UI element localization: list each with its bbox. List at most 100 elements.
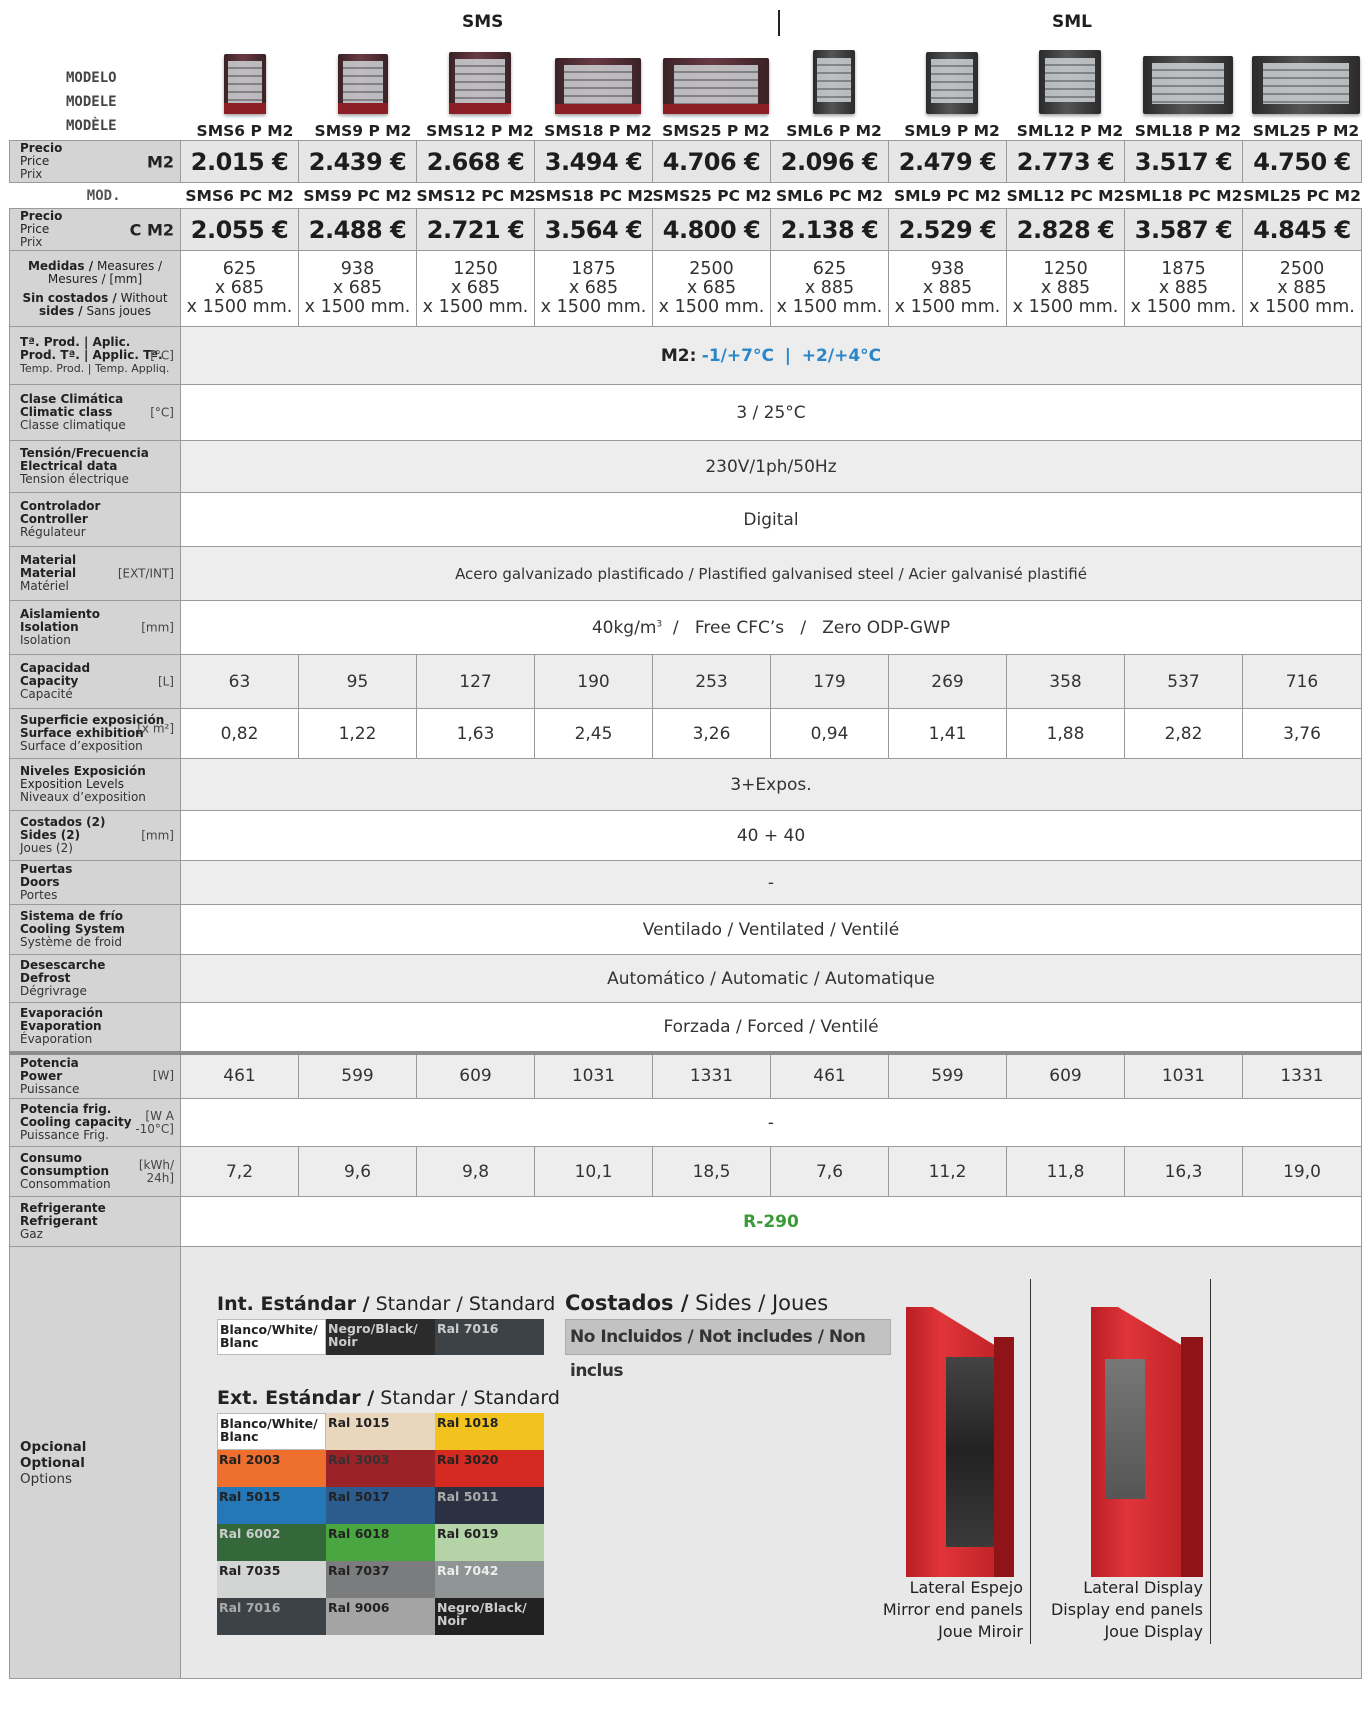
voltage-value: 230V/1ph/50Hz	[180, 440, 1362, 493]
color-swatch: Ral 1015	[326, 1413, 435, 1450]
row-options: Opcional Optional Options Int. Estándar / …	[9, 1246, 1362, 1679]
capacity-cell: 63	[180, 654, 299, 709]
color-swatch: Ral 2003	[217, 1450, 326, 1487]
measure-cell: 1875 x 685 x 1500 mm.	[534, 250, 653, 327]
price-cell: 4.800 €	[652, 208, 771, 251]
capacity-cell: 537	[1124, 654, 1243, 709]
surface-cell: 0,82	[180, 708, 299, 759]
surface-cell: 2,82	[1124, 708, 1243, 759]
price-cell: 2.055 €	[180, 208, 299, 251]
model-name: SML6 P M2	[786, 122, 882, 140]
product-sml12: SML12 P M2	[1011, 36, 1129, 140]
int-standard-title: Int. Estándar / Standar / Standard	[217, 1293, 556, 1315]
model-name: SMS25 P M2	[662, 122, 770, 140]
surface-cell: 1,63	[416, 708, 535, 759]
price-cell: 2.096 €	[770, 140, 889, 183]
row-material: Material Material Matériel [EXT/INT] Acero …	[9, 546, 1362, 601]
product-image	[813, 50, 855, 114]
color-swatch: Blanco/White/ Blanc	[217, 1413, 326, 1450]
label-voltage: Tensión/Frecuencia Electrical data Tension…	[9, 440, 181, 493]
row-price-cm2: Precio Price Prix C M2 2.055 € 2.488 € 2.72…	[9, 208, 1362, 251]
price-cell: 2.479 €	[888, 140, 1007, 183]
label-material: Material Material Matériel [EXT/INT]	[9, 546, 181, 601]
surface-cell: 1,88	[1006, 708, 1125, 759]
consumption-cell: 11,2	[888, 1146, 1007, 1197]
display-window	[1105, 1359, 1145, 1499]
label-cooling: Sistema de frío Cooling System Système de …	[9, 904, 181, 955]
measure-cell: 625 x 685 x 1500 mm.	[180, 250, 299, 327]
product-image	[1143, 56, 1233, 114]
label-levels: Niveles Exposición Exposition Levels Nivea…	[9, 758, 181, 811]
row-doors: Puertas Doors Portes -	[9, 860, 1362, 905]
power-cell: 1331	[1242, 1050, 1362, 1099]
surface-cell: 1,41	[888, 708, 1007, 759]
capacity-cell: 358	[1006, 654, 1125, 709]
row-climate: Clase Climática Climatic class Classe clim…	[9, 384, 1362, 441]
product-image	[1039, 50, 1101, 114]
display-divider	[1210, 1279, 1211, 1644]
price-cell: 2.828 €	[1006, 208, 1125, 251]
measure-cell: 1250 x 685 x 1500 mm.	[416, 250, 535, 327]
consumption-cell: 11,8	[1006, 1146, 1125, 1197]
color-swatch: Ral 5015	[217, 1487, 326, 1524]
label-refrigerant: Refrigerante Refrigerant Gaz	[9, 1196, 181, 1247]
price-cell: 3.587 €	[1124, 208, 1243, 251]
row-models-pc: MOD. SMS6 PC M2 SMS9 PC M2 SMS12 PC M2 S…	[9, 182, 1362, 209]
model-name: SML12 P M2	[1016, 122, 1124, 140]
capacity-cell: 190	[534, 654, 653, 709]
measure-cell: 625 x 885 x 1500 mm.	[770, 250, 889, 327]
price-cell: 2.529 €	[888, 208, 1007, 251]
product-image	[338, 54, 388, 114]
color-swatch: Ral 7042	[435, 1561, 544, 1598]
label-doors: Puertas Doors Portes	[9, 860, 181, 905]
group-divider	[778, 10, 780, 36]
mirror-end-panel: Lateral Espejo Mirror end panels Joue Miro…	[883, 1279, 1031, 1659]
climate-value: 3 / 25°C	[180, 384, 1362, 441]
model-pc-name: SMS9 PC M2	[298, 182, 417, 209]
header-area: SMS SML MODELO MODELE MODÈLE SMS6 P M2 S…	[0, 0, 1368, 140]
color-swatch: Ral 9006	[326, 1598, 435, 1635]
model-pc-name: SML25 PC M2	[1242, 182, 1362, 209]
color-swatch: Ral 3020	[435, 1450, 544, 1487]
model-pc-name: SML18 PC M2	[1124, 182, 1243, 209]
price-cell: 2.668 €	[416, 140, 535, 183]
power-cell: 461	[180, 1050, 299, 1099]
price-cell: 2.721 €	[416, 208, 535, 251]
mod-label: MOD.	[9, 182, 181, 209]
model-name: SMS18 P M2	[544, 122, 652, 140]
color-swatch: Ral 1018	[435, 1413, 544, 1450]
capacity-cell: 269	[888, 654, 1007, 709]
controller-value: Digital	[180, 492, 1362, 547]
row-cooling: Sistema de frío Cooling System Système de …	[9, 904, 1362, 955]
cooling-value: Ventilado / Ventilated / Ventilé	[180, 904, 1362, 955]
product-image	[555, 58, 641, 114]
product-sml25: SML25 P M2	[1247, 36, 1365, 140]
measure-cell: 938 x 885 x 1500 mm.	[888, 250, 1007, 327]
row-sides: Costados (2) Sides (2) Joues (2) [mm] 40 + …	[9, 810, 1362, 861]
model-name: SMS9 P M2	[314, 122, 412, 140]
product-sms12: SMS12 P M2	[421, 36, 539, 140]
display-end-panel: Lateral Display Display end panels Joue Di…	[1051, 1279, 1211, 1659]
display-caption: Lateral Display Display end panels Joue Di…	[1050, 1578, 1203, 1641]
capacity-cell: 179	[770, 654, 889, 709]
row-measures: Medidas / Measures / Mesures / [mm] Sin …	[9, 250, 1362, 327]
price-cell: 4.750 €	[1242, 140, 1362, 183]
color-swatch: Ral 7016	[217, 1598, 326, 1635]
color-swatch: Ral 3003	[326, 1450, 435, 1487]
color-swatch: Ral 5017	[326, 1487, 435, 1524]
label-defrost: Desescarche Defrost Dégrivrage	[9, 954, 181, 1003]
capacity-cell: 95	[298, 654, 417, 709]
label-evaporation: Evaporación Evaporation Évaporation	[9, 1002, 181, 1053]
row-voltage: Tensión/Frecuencia Electrical data Tension…	[9, 440, 1362, 493]
capacity-cell: 716	[1242, 654, 1362, 709]
mirror-divider	[1030, 1279, 1031, 1644]
sides-not-included: No Incluidos / Not includes / Non inclus	[565, 1319, 891, 1381]
ext-standard-title: Ext. Estándar / Standar / Standard	[217, 1387, 560, 1409]
label-power: Potencia Power Puissance [W]	[9, 1050, 181, 1099]
measure-cell: 2500 x 885 x 1500 mm.	[1242, 250, 1362, 327]
temperature-value: M2: -1/+7°C | +2/+4°C	[180, 326, 1362, 385]
surface-cell: 0,94	[770, 708, 889, 759]
label-climate: Clase Climática Climatic class Classe clim…	[9, 384, 181, 441]
model-name: SMS6 P M2	[196, 122, 294, 140]
row-refrigerant: Refrigerante Refrigerant Gaz R-290	[9, 1196, 1362, 1247]
